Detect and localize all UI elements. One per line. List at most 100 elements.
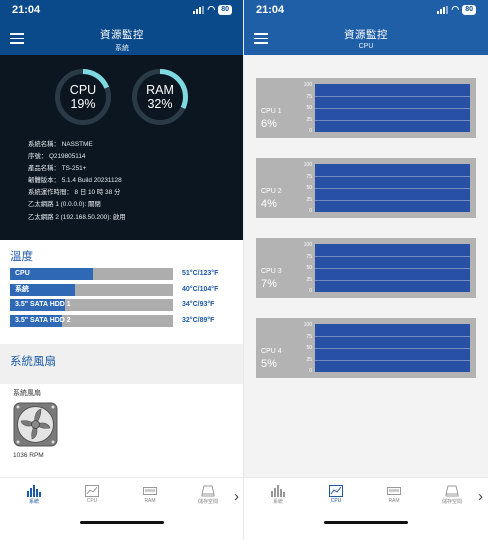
y-tick-label: 100 bbox=[303, 162, 312, 168]
wifi-icon: ◠ bbox=[451, 4, 460, 14]
app-header: 資源監控 系統 bbox=[0, 19, 244, 55]
tab-storage[interactable]: 儲存空間 bbox=[432, 485, 472, 505]
page-title: 資源監控 bbox=[100, 29, 144, 41]
cpu-usage-plot bbox=[315, 244, 470, 292]
y-tick-label: 75 bbox=[306, 93, 312, 100]
overview-panel: CPU 19% RAM 32% 系統名稱： NASSTME 序號： Q21980… bbox=[0, 55, 244, 240]
chevron-right-icon[interactable]: › bbox=[478, 488, 483, 505]
grid-line bbox=[315, 360, 470, 361]
temp-row: 3.5" SATA HDD 2 32°C/89°F bbox=[10, 314, 244, 328]
info-system-name: 系統名稱： NASSTME bbox=[28, 141, 93, 148]
temp-row: 3.5" SATA HDD 1 34°C/93°F bbox=[10, 299, 244, 312]
battery-icon: 80 bbox=[218, 4, 232, 15]
temp-value: 32°C/89°F bbox=[182, 316, 215, 324]
grid-line bbox=[315, 256, 470, 257]
y-tick-label: 75 bbox=[306, 173, 312, 180]
temp-name: 系統 bbox=[15, 285, 29, 293]
cpu-core-name: CPU 2 bbox=[261, 188, 282, 195]
storage-icon bbox=[201, 485, 215, 497]
system-info: 系統名稱： NASSTME 序號： Q219805114 產品名稱： TS-25… bbox=[28, 139, 126, 224]
tab-label: 儲存空間 bbox=[441, 499, 462, 505]
grid-line bbox=[315, 188, 470, 189]
tab-label: CPU bbox=[86, 498, 98, 504]
bar-chart-icon bbox=[27, 485, 41, 497]
cpu-core-usage: 6% bbox=[261, 118, 277, 130]
top-bar: 21:04 ◠ 80 資源監控 CPU bbox=[244, 0, 488, 55]
chevron-right-icon[interactable]: › bbox=[234, 488, 239, 505]
tab-bar: 系統 CPU RAM 儲存空間 › bbox=[244, 477, 488, 540]
y-tick-label: 50 bbox=[306, 265, 312, 271]
cpu-core-usage: 7% bbox=[261, 278, 277, 290]
temp-value: 40°C/104°F bbox=[182, 285, 219, 293]
cpu-chart-icon bbox=[329, 485, 343, 497]
info-serial: 序號： Q219805114 bbox=[28, 153, 86, 161]
page-title: 資源監控 bbox=[344, 29, 388, 41]
status-time: 21:04 bbox=[12, 3, 41, 16]
tab-label: RAM bbox=[388, 498, 400, 504]
grid-line bbox=[315, 268, 470, 269]
cpu-usage-card: 100 75 50 25 0 CPU 4 5% bbox=[256, 318, 476, 378]
menu-icon[interactable] bbox=[10, 33, 24, 44]
tab-label: CPU bbox=[330, 498, 342, 504]
cpu-usage-card: 100 75 50 25 0 CPU 3 7% bbox=[256, 238, 476, 298]
ram-icon bbox=[387, 487, 401, 495]
fan-title: 系統風扇 bbox=[10, 355, 56, 368]
grid-line bbox=[315, 120, 470, 121]
tab-system[interactable]: 系統 bbox=[258, 485, 298, 505]
info-product: 產品名稱： TS-251+ bbox=[28, 165, 87, 173]
ram-gauge: RAM 32% bbox=[131, 68, 189, 126]
fan-label: 系統風扇 bbox=[13, 389, 41, 397]
cpu-core-name: CPU 3 bbox=[261, 268, 282, 275]
y-tick-label: 0 bbox=[309, 128, 312, 134]
cpu-core-usage: 4% bbox=[261, 198, 277, 210]
status-time: 21:04 bbox=[256, 3, 285, 16]
ram-gauge-value: 32% bbox=[147, 97, 173, 111]
menu-icon[interactable] bbox=[254, 33, 268, 44]
info-ethernet-2: 乙太網路 2 (192.168.50.200): 啟用 bbox=[28, 213, 126, 221]
tab-system[interactable]: 系統 bbox=[14, 485, 54, 505]
temp-name: CPU bbox=[15, 270, 30, 277]
temp-name: 3.5" SATA HDD 2 bbox=[15, 316, 71, 324]
signal-icon bbox=[437, 5, 449, 14]
info-ethernet-1: 乙太網路 1 (0.0.0.0): 關閉 bbox=[28, 201, 101, 209]
grid-line bbox=[315, 176, 470, 177]
y-tick-label: 25 bbox=[306, 356, 312, 363]
battery-icon: 80 bbox=[462, 4, 476, 15]
wifi-icon: ◠ bbox=[207, 4, 216, 14]
y-tick-label: 0 bbox=[309, 208, 312, 214]
temperature-section: 溫度 CPU 51°C/123°F 系統 40°C/104°F 3.5" SAT… bbox=[0, 240, 244, 328]
tab-label: RAM bbox=[144, 498, 156, 504]
cpu-usage-card: 100 75 50 25 0 CPU 1 6% bbox=[256, 78, 476, 138]
bar-chart-icon bbox=[271, 485, 285, 497]
cpu-gauge-label: CPU bbox=[69, 83, 97, 97]
tab-ram[interactable]: RAM bbox=[374, 485, 414, 504]
page-subtitle: CPU bbox=[358, 43, 374, 50]
page-subtitle: 系統 bbox=[115, 45, 129, 52]
cpu-core-usage: 5% bbox=[261, 358, 277, 370]
grid-line bbox=[315, 96, 470, 97]
y-tick-label: 25 bbox=[306, 116, 312, 123]
y-tick-label: 25 bbox=[306, 276, 312, 283]
tab-cpu[interactable]: CPU bbox=[72, 485, 112, 504]
cpu-chart-icon bbox=[85, 485, 99, 497]
grid-line bbox=[315, 348, 470, 349]
fan-icon bbox=[13, 402, 58, 447]
cpu-core-name: CPU 1 bbox=[261, 108, 282, 115]
tab-label: 儲存空間 bbox=[197, 499, 218, 505]
temp-row: 系統 40°C/104°F bbox=[10, 283, 244, 297]
ram-icon bbox=[143, 487, 157, 495]
y-tick-label: 50 bbox=[306, 185, 312, 191]
tab-storage[interactable]: 儲存空間 bbox=[188, 485, 228, 505]
home-indicator bbox=[80, 521, 164, 524]
y-tick-label: 0 bbox=[309, 288, 312, 294]
app-header: 資源監控 CPU bbox=[244, 19, 488, 55]
cpu-usage-plot bbox=[315, 164, 470, 212]
cpu-gauge: CPU 19% bbox=[54, 68, 112, 126]
tab-cpu[interactable]: CPU bbox=[316, 485, 356, 504]
tab-bar: 系統 CPU RAM 儲存空間 › bbox=[0, 477, 244, 540]
tab-label: 系統 bbox=[272, 499, 283, 505]
y-tick-label: 0 bbox=[309, 368, 312, 374]
cpu-core-name: CPU 4 bbox=[261, 348, 282, 355]
grid-line bbox=[315, 280, 470, 281]
tab-ram[interactable]: RAM bbox=[130, 485, 170, 504]
